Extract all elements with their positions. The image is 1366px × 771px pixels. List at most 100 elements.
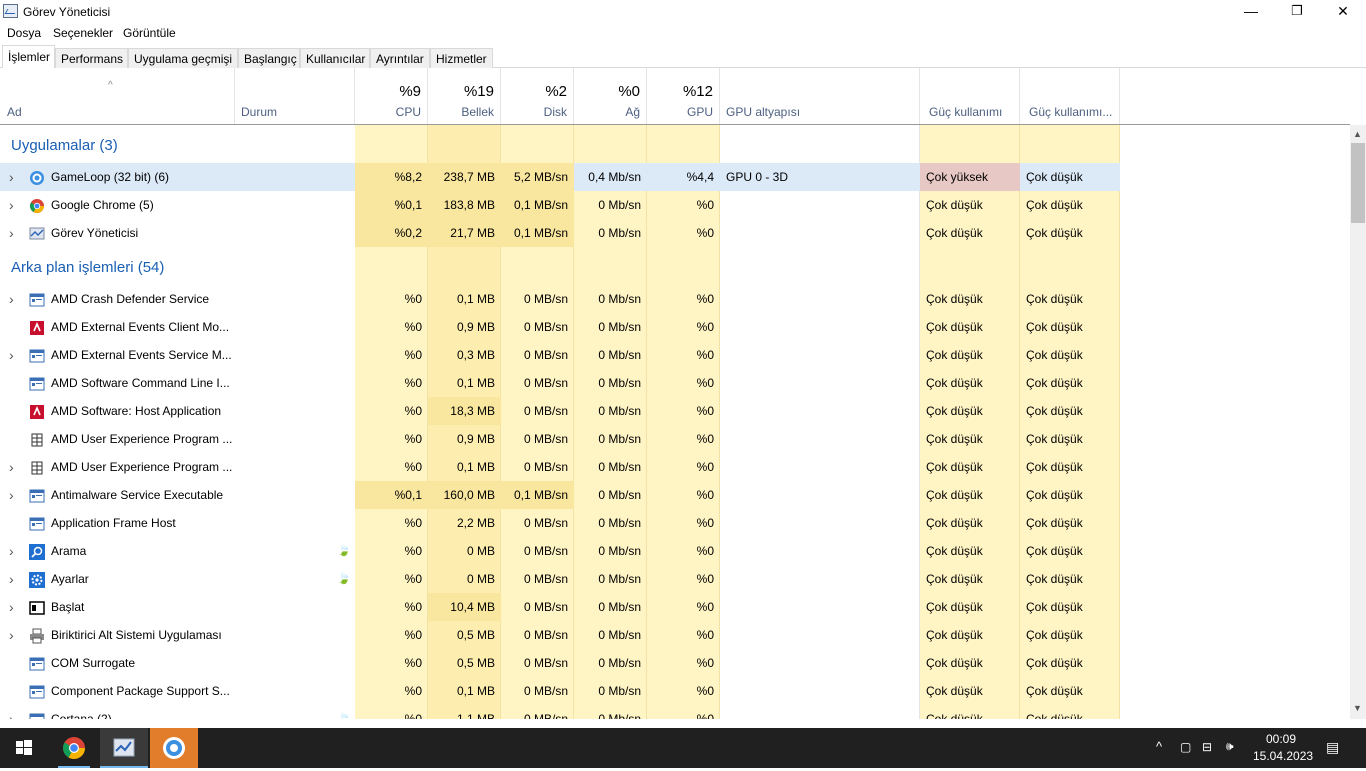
menu-view[interactable]: Görüntüle — [123, 26, 176, 40]
cell-net: 0 Mb/sn — [598, 320, 641, 334]
group-apps[interactable]: Uygulamalar (3) — [0, 125, 1350, 154]
network-icon[interactable]: ⊟ — [1202, 740, 1212, 754]
process-row[interactable]: › AMD External Events Service M... %0 0,3 M… — [0, 341, 1350, 369]
process-row[interactable]: › Arama 🍃 %0 0 MB 0 MB/sn 0 Mb/sn %0 Çok düşük Ço… — [0, 537, 1350, 565]
process-row[interactable]: › Cortana (2) 🍃 %0 1,1 MB 0 MB/sn 0 Mb/sn %0 Çok… — [0, 705, 1350, 719]
cell-disk: 0 MB/sn — [523, 432, 568, 446]
cell-mem: 10,4 MB — [428, 593, 501, 621]
process-row[interactable]: › Biriktirici Alt Sistemi Uygulaması %0 0,5… — [0, 621, 1350, 649]
clock-date[interactable]: 15.04.2023 — [1253, 749, 1313, 763]
expand-chevron-icon[interactable]: › — [9, 621, 14, 649]
process-row[interactable]: › Ayarlar 🍃 %0 0 MB 0 MB/sn 0 Mb/sn %0 Çok düşük… — [0, 565, 1350, 593]
expand-chevron-icon[interactable]: › — [9, 453, 14, 481]
column-name[interactable]: ^ Ad — [0, 68, 235, 124]
menu-file[interactable]: Dosya — [7, 26, 41, 40]
process-name: Application Frame Host — [51, 516, 176, 530]
column-disk[interactable]: %2 Disk — [501, 68, 574, 124]
cell-trend: Çok düşük — [1026, 376, 1083, 390]
process-row[interactable]: › AMD Crash Defender Service %0 0,1 MB 0 MB/… — [0, 285, 1350, 313]
cell-cpu: %0 — [404, 460, 422, 474]
process-row[interactable]: › Antimalware Service Executable %0,1 160,0… — [0, 481, 1350, 509]
process-row[interactable]: › Google Chrome (5) %0,1 183,8 MB 0,1 MB/sn 0… — [0, 191, 1350, 219]
notification-area-icon[interactable]: ▢ — [1180, 740, 1191, 754]
cell-mem: 2,2 MB — [456, 516, 495, 530]
cell-net: 0 Mb/sn — [598, 572, 641, 586]
cell-gpu-engine — [720, 453, 920, 481]
cell-gpu: %0 — [696, 226, 714, 240]
expand-chevron-icon[interactable]: › — [9, 537, 14, 565]
expand-chevron-icon[interactable]: › — [9, 191, 14, 219]
column-power-trend[interactable]: Güç kullanımı... — [1020, 68, 1120, 124]
close-button[interactable]: ✕ — [1320, 0, 1366, 23]
process-row[interactable]: AMD Software: Host Application %0 18,3 MB 0… — [0, 397, 1350, 425]
vertical-scrollbar[interactable]: ▲ ▼ — [1350, 125, 1366, 719]
tab-processes[interactable]: İşlemler — [2, 45, 55, 69]
process-row[interactable]: AMD User Experience Program ... %0 0,9 MB 0… — [0, 425, 1350, 453]
chrome-icon[interactable] — [50, 728, 98, 768]
cell-trend: Çok düşük — [1026, 170, 1083, 184]
maximize-button[interactable]: ❐ — [1274, 0, 1320, 23]
title-bar: Görev Yöneticisi — ❐ ✕ — [0, 0, 1366, 23]
cell-cpu: %0 — [404, 320, 422, 334]
process-row[interactable]: › Başlat %0 10,4 MB 0 MB/sn 0 Mb/sn %0 Çok düşü… — [0, 593, 1350, 621]
process-row[interactable]: Application Frame Host %0 2,2 MB 0 MB/sn 0 M… — [0, 509, 1350, 537]
process-row[interactable]: AMD External Events Client Mo... %0 0,9 MB… — [0, 313, 1350, 341]
window-title: Görev Yöneticisi — [23, 5, 111, 19]
column-network[interactable]: %0 Ağ — [574, 68, 647, 124]
taskmgr-icon[interactable] — [100, 728, 148, 768]
cell-gpu: %0 — [696, 198, 714, 212]
cell-trend: Çok düşük — [1026, 488, 1083, 502]
cell-mem: 0,5 MB — [456, 628, 495, 642]
windows-start-icon[interactable] — [0, 728, 48, 768]
column-cpu[interactable]: %9 CPU — [355, 68, 428, 124]
cell-gpu-engine — [720, 191, 920, 219]
group-background[interactable]: Arka plan işlemleri (54) — [0, 247, 1350, 276]
tab-app-history[interactable]: Uygulama geçmişi — [128, 48, 238, 68]
expand-chevron-icon[interactable]: › — [9, 163, 14, 191]
column-gpu[interactable]: %12 GPU — [647, 68, 720, 124]
cell-gpu-engine — [720, 649, 920, 677]
gameloop-icon[interactable] — [150, 728, 198, 768]
scroll-thumb[interactable] — [1351, 143, 1365, 223]
expand-chevron-icon[interactable]: › — [9, 219, 14, 247]
process-row[interactable]: Component Package Support S... %0 0,1 MB 0 … — [0, 677, 1350, 705]
tab-services[interactable]: Hizmetler — [430, 48, 493, 68]
tab-users[interactable]: Kullanıcılar — [300, 48, 370, 68]
process-row[interactable]: › AMD User Experience Program ... %0 0,1 MB… — [0, 453, 1350, 481]
process-row[interactable]: › Görev Yöneticisi %0,2 21,7 MB 0,1 MB/sn 0 M… — [0, 219, 1350, 247]
menu-options[interactable]: Seçenekler — [53, 26, 113, 40]
clock-time[interactable]: 00:09 — [1266, 732, 1296, 746]
cell-gpu: %0 — [696, 292, 714, 306]
process-row[interactable]: COM Surrogate %0 0,5 MB 0 MB/sn 0 Mb/sn %0 Çok… — [0, 649, 1350, 677]
expand-chevron-icon[interactable]: › — [9, 705, 14, 719]
tab-startup[interactable]: Başlangıç — [238, 48, 300, 68]
cell-mem: 21,7 MB — [428, 219, 501, 247]
tab-details[interactable]: Ayrıntılar — [370, 48, 430, 68]
cell-gpu: %0 — [696, 572, 714, 586]
cell-net: 0 Mb/sn — [598, 460, 641, 474]
expand-chevron-icon[interactable]: › — [9, 593, 14, 621]
expand-chevron-icon[interactable]: › — [9, 481, 14, 509]
cell-trend: Çok düşük — [1026, 348, 1083, 362]
tab-performance[interactable]: Performans — [55, 48, 128, 68]
volume-icon[interactable]: 🕪 — [1226, 739, 1234, 754]
scroll-up-icon[interactable]: ▲ — [1353, 129, 1362, 139]
column-power[interactable]: Güç kullanımı — [920, 68, 1020, 124]
cell-mem: 18,3 MB — [428, 397, 501, 425]
action-center-icon[interactable]: ▤ — [1326, 739, 1339, 756]
process-row[interactable]: AMD Software Command Line I... %0 0,1 MB 0 … — [0, 369, 1350, 397]
scroll-down-icon[interactable]: ▼ — [1353, 703, 1362, 713]
process-row[interactable]: › GameLoop (32 bit) (6) %8,2 238,7 MB 5,2 MB… — [0, 163, 1350, 191]
cell-gpu: %4,4 — [686, 170, 714, 184]
column-memory[interactable]: %19 Bellek — [428, 68, 501, 124]
suspended-leaf-icon: 🍃 — [337, 573, 351, 585]
expand-chevron-icon[interactable]: › — [9, 565, 14, 593]
minimize-button[interactable]: — — [1228, 0, 1274, 23]
cell-net: 0 Mb/sn — [598, 684, 641, 698]
column-disk-label: Disk — [543, 105, 567, 119]
column-gpu-engine[interactable]: GPU altyapısı — [720, 68, 920, 124]
tray-chevron-icon[interactable]: ^ — [1156, 739, 1162, 754]
column-status[interactable]: Durum — [235, 68, 355, 124]
expand-chevron-icon[interactable]: › — [9, 285, 14, 313]
expand-chevron-icon[interactable]: › — [9, 341, 14, 369]
